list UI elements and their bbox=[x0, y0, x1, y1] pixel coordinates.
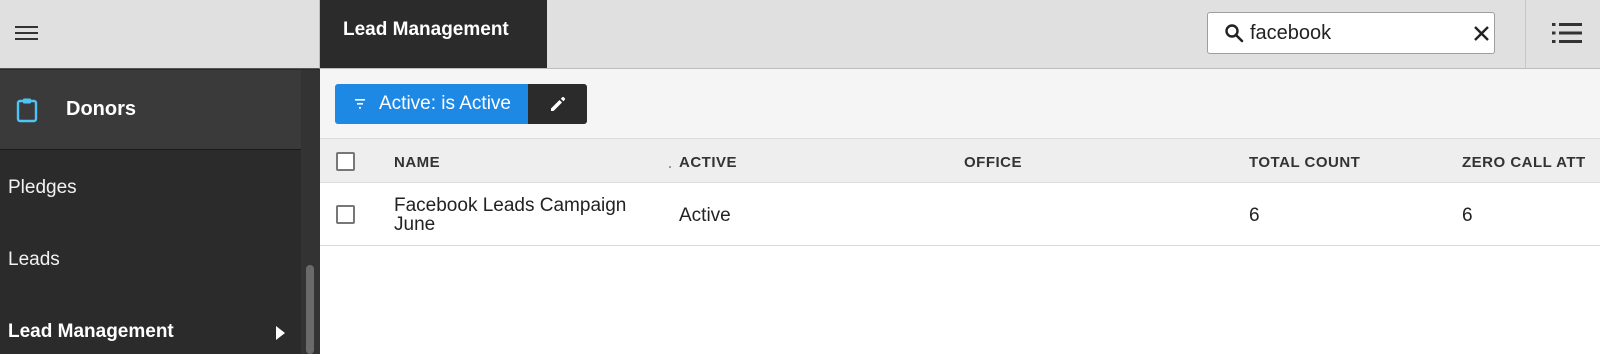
caret-right-icon bbox=[276, 326, 285, 340]
main-content: Active: is Active NAME ACTIVE OFFICE TOT… bbox=[320, 69, 1600, 354]
top-bar: Lead Management bbox=[320, 0, 1600, 69]
sidebar: Donors Pledges Leads Lead Management bbox=[0, 0, 320, 354]
data-table: NAME ACTIVE OFFICE TOTAL COUNT ZERO CALL… bbox=[320, 138, 1600, 354]
filter-label: Active: is Active bbox=[379, 93, 511, 114]
table-header: NAME ACTIVE OFFICE TOTAL COUNT ZERO CALL… bbox=[320, 139, 1600, 183]
edit-filter-button[interactable] bbox=[528, 84, 587, 124]
sidebar-item-lead-management[interactable]: Lead Management bbox=[8, 321, 174, 343]
filter-chip[interactable]: Active: is Active bbox=[335, 84, 528, 124]
column-header-name[interactable]: NAME bbox=[394, 154, 440, 171]
search-input[interactable] bbox=[1250, 21, 1460, 45]
sort-indicator bbox=[669, 166, 671, 168]
cell-active: Active bbox=[679, 205, 731, 226]
filter-icon bbox=[355, 99, 365, 109]
table-row[interactable]: Facebook Leads Campaign June Active 6 6 bbox=[320, 184, 1600, 246]
column-header-office[interactable]: OFFICE bbox=[964, 154, 1022, 171]
column-header-total-count[interactable]: TOTAL COUNT bbox=[1249, 154, 1360, 171]
cell-total-count: 6 bbox=[1249, 205, 1260, 226]
select-all-checkbox[interactable] bbox=[336, 152, 355, 171]
list-view-icon[interactable] bbox=[1551, 20, 1583, 46]
search-icon bbox=[1225, 24, 1244, 43]
clipboard-icon bbox=[16, 98, 38, 123]
sidebar-item-pledges[interactable]: Pledges bbox=[8, 177, 77, 199]
column-header-zero-call[interactable]: ZERO CALL ATT bbox=[1462, 154, 1586, 171]
sidebar-section-donors[interactable]: Donors bbox=[0, 70, 301, 150]
sidebar-header bbox=[0, 0, 320, 69]
cell-zero-call: 6 bbox=[1462, 205, 1473, 226]
header-divider bbox=[1525, 0, 1526, 68]
column-header-active[interactable]: ACTIVE bbox=[679, 154, 737, 171]
cell-name: Facebook Leads Campaign June bbox=[394, 195, 627, 235]
pencil-icon bbox=[551, 96, 566, 111]
tab-lead-management[interactable]: Lead Management bbox=[320, 0, 547, 68]
sidebar-scrollbar-thumb[interactable] bbox=[306, 265, 314, 354]
search-box[interactable] bbox=[1207, 12, 1495, 54]
row-checkbox[interactable] bbox=[336, 205, 355, 224]
close-icon[interactable] bbox=[1473, 25, 1490, 42]
app-window: Donors Pledges Leads Lead Management Lea… bbox=[0, 0, 1600, 354]
sidebar-section-label: Donors bbox=[66, 98, 136, 120]
sidebar-item-leads[interactable]: Leads bbox=[8, 249, 60, 271]
menu-icon[interactable] bbox=[14, 23, 40, 45]
